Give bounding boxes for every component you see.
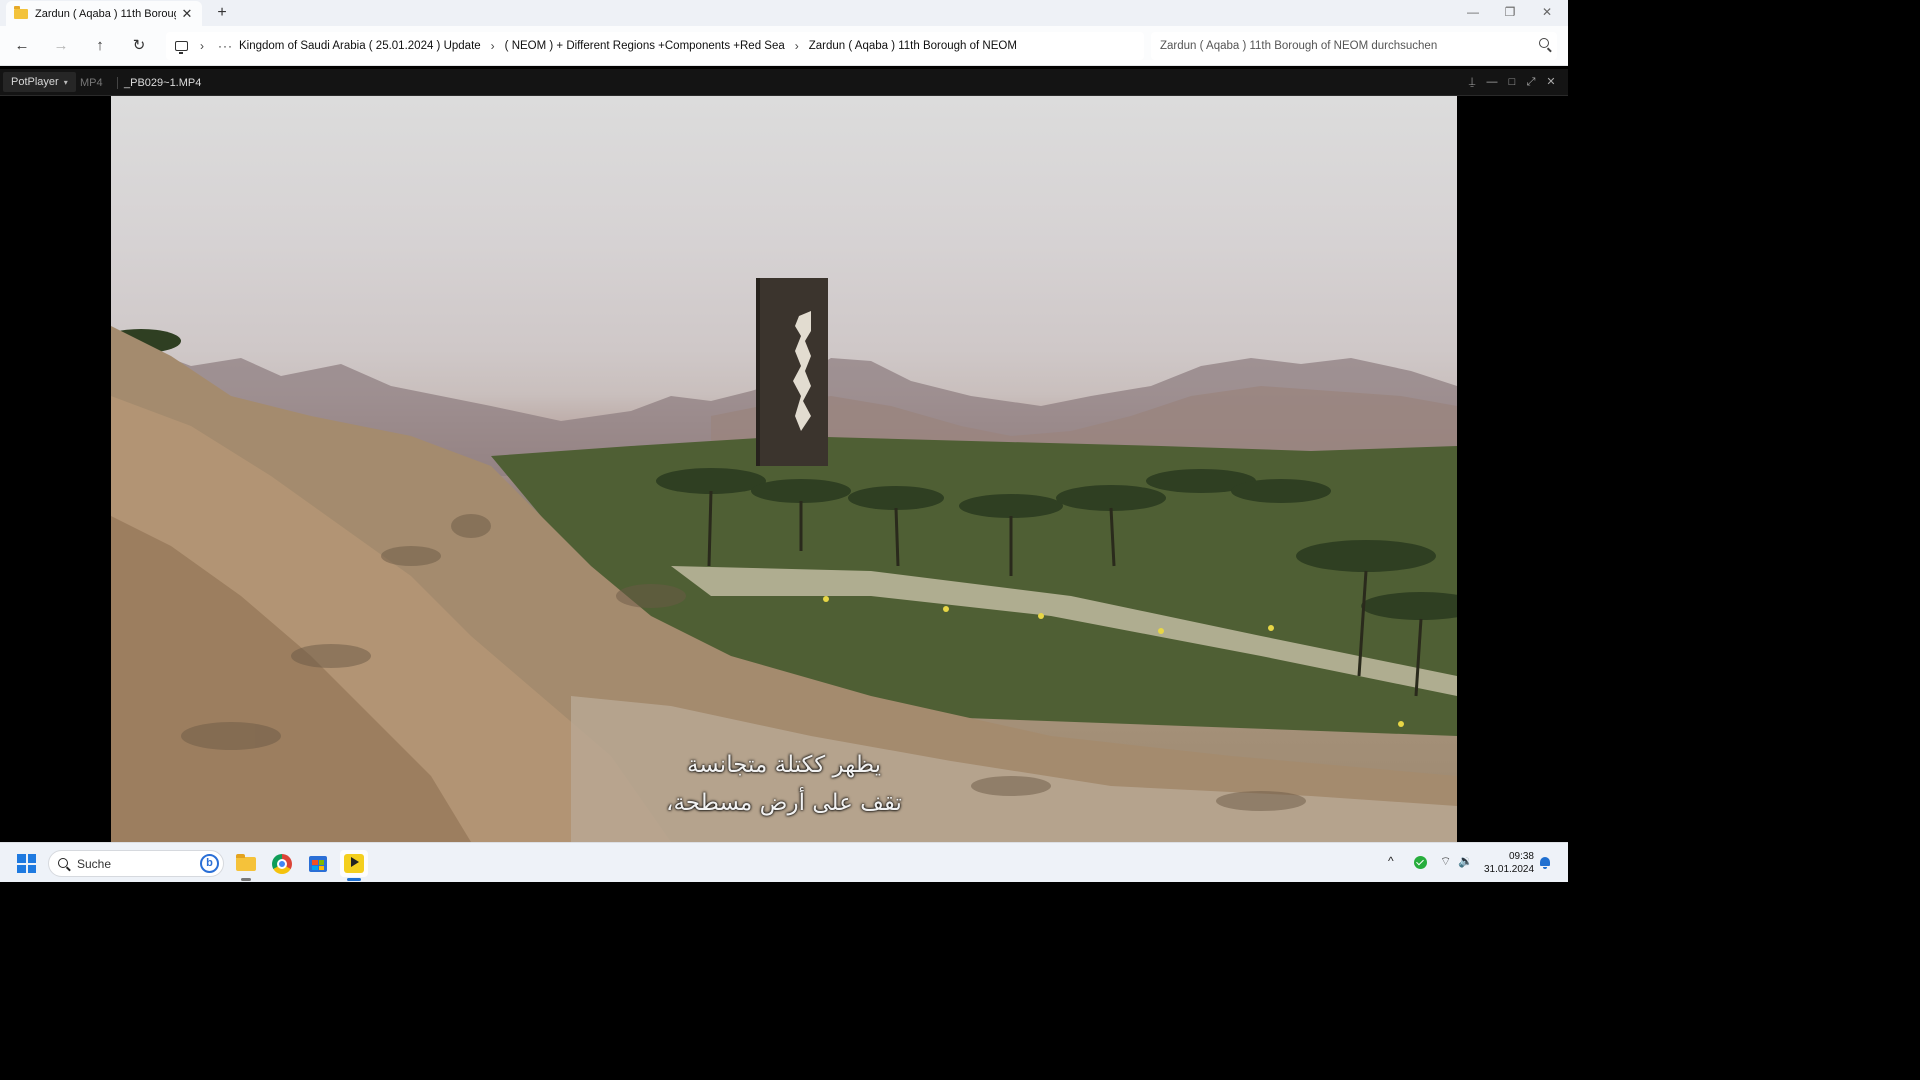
running-indicator bbox=[241, 878, 251, 881]
back-button[interactable]: ← bbox=[11, 36, 33, 56]
taskbar: Suche b ^ ⌔ 🔉 09:38 31.01.2024 bbox=[0, 842, 1568, 882]
explorer-tab[interactable]: Zardun ( Aqaba ) 11th Borough ✕ bbox=[6, 1, 202, 26]
file-name-label: _PB029~1.MP4 bbox=[117, 77, 201, 89]
taskbar-search-box[interactable]: Suche b bbox=[48, 850, 224, 877]
explorer-titlebar: Zardun ( Aqaba ) 11th Borough ✕ + — ❐ ✕ bbox=[0, 0, 1568, 26]
tray-overflow-chevron-icon[interactable]: ^ bbox=[1388, 854, 1394, 868]
more-locations-icon[interactable]: ··· bbox=[218, 39, 233, 53]
breadcrumb-neom-regions[interactable]: ( NEOM ) + Different Regions +Components… bbox=[505, 40, 785, 52]
potplayer-window: PotPlayer ▾ MP4 _PB029~1.MP4 ⍊ — □ ⤢ ✕ ي… bbox=[0, 69, 1568, 842]
start-button[interactable] bbox=[17, 854, 36, 873]
potplayer-icon bbox=[344, 854, 364, 873]
window-close-button[interactable]: ✕ bbox=[1528, 0, 1566, 26]
bing-icon[interactable]: b bbox=[200, 854, 219, 873]
taskbar-file-explorer[interactable] bbox=[232, 850, 260, 881]
video-frame[interactable]: يظهر ككتلة متجانسة تقف على أرض مسطحة، bbox=[111, 96, 1457, 842]
pin-icon[interactable]: ⍊ bbox=[1465, 74, 1479, 90]
taskbar-search-label: Suche bbox=[77, 856, 112, 871]
taskbar-potplayer[interactable] bbox=[340, 850, 368, 881]
wifi-icon[interactable]: ⌔ bbox=[1440, 854, 1451, 869]
explorer-navbar: ← → ↑ ↻ › ··· Kingdom of Saudi Arabia ( … bbox=[0, 26, 1568, 66]
volume-icon[interactable]: 🔉 bbox=[1458, 854, 1473, 868]
player-close-button[interactable]: ✕ bbox=[1544, 74, 1558, 90]
search-icon[interactable] bbox=[1539, 38, 1549, 48]
forward-button[interactable]: → bbox=[50, 36, 72, 56]
window-minimize-button[interactable]: — bbox=[1454, 0, 1492, 26]
subtitle-line-1: يظهر ككتلة متجانسة bbox=[686, 752, 882, 778]
player-maximize-button[interactable]: □ bbox=[1505, 74, 1519, 90]
microsoft-store-icon bbox=[309, 856, 327, 872]
this-pc-icon[interactable] bbox=[175, 41, 188, 54]
windows-logo-icon bbox=[17, 854, 26, 863]
taskbar-store[interactable] bbox=[304, 850, 332, 877]
up-button[interactable]: ↑ bbox=[89, 36, 111, 56]
breadcrumb-separator[interactable]: › bbox=[491, 39, 495, 53]
chrome-icon bbox=[272, 854, 292, 874]
clock-time: 09:38 bbox=[1508, 851, 1534, 862]
explorer-search-input[interactable]: Zardun ( Aqaba ) 11th Borough of NEOM du… bbox=[1151, 32, 1557, 60]
notification-bell-icon[interactable] bbox=[1539, 857, 1551, 869]
player-fullscreen-button[interactable]: ⤢ bbox=[1524, 74, 1538, 90]
refresh-button[interactable]: ↻ bbox=[128, 36, 150, 56]
tab-close-icon[interactable]: ✕ bbox=[180, 6, 194, 22]
breadcrumb-zardun[interactable]: Zardun ( Aqaba ) 11th Borough of NEOM bbox=[809, 40, 1017, 52]
new-tab-button[interactable]: + bbox=[212, 3, 232, 23]
potplayer-menu-button[interactable]: PotPlayer ▾ bbox=[3, 72, 76, 92]
potplayer-menu-label: PotPlayer bbox=[11, 76, 59, 88]
folder-icon bbox=[14, 5, 28, 19]
breadcrumb-ksa-update[interactable]: Kingdom of Saudi Arabia ( 25.01.2024 ) U… bbox=[239, 40, 481, 52]
search-placeholder: Zardun ( Aqaba ) 11th Borough of NEOM du… bbox=[1160, 40, 1438, 52]
search-icon bbox=[58, 858, 68, 868]
window-restore-button[interactable]: ❐ bbox=[1491, 0, 1529, 26]
security-status-icon[interactable] bbox=[1414, 856, 1427, 869]
file-format-label: MP4 bbox=[80, 77, 103, 89]
active-indicator bbox=[347, 878, 361, 881]
breadcrumb-separator[interactable]: › bbox=[200, 39, 204, 53]
taskbar-chrome[interactable] bbox=[268, 850, 296, 877]
potplayer-titlebar: PotPlayer ▾ MP4 _PB029~1.MP4 ⍊ — □ ⤢ ✕ bbox=[0, 69, 1568, 96]
breadcrumb-separator[interactable]: › bbox=[795, 39, 799, 53]
file-explorer-icon bbox=[236, 854, 256, 871]
player-minimize-button[interactable]: — bbox=[1485, 74, 1499, 90]
address-bar[interactable]: › ··· Kingdom of Saudi Arabia ( 25.01.20… bbox=[166, 32, 1144, 60]
clock-date: 31.01.2024 bbox=[1484, 864, 1535, 875]
tab-title: Zardun ( Aqaba ) 11th Borough bbox=[35, 7, 176, 20]
taskbar-clock[interactable]: 09:38 31.01.2024 bbox=[1484, 850, 1534, 876]
desert-landscape-image bbox=[111, 278, 1457, 842]
chevron-down-icon: ▾ bbox=[63, 78, 68, 87]
subtitle-line-2: تقف على أرض مسطحة، bbox=[666, 790, 902, 816]
